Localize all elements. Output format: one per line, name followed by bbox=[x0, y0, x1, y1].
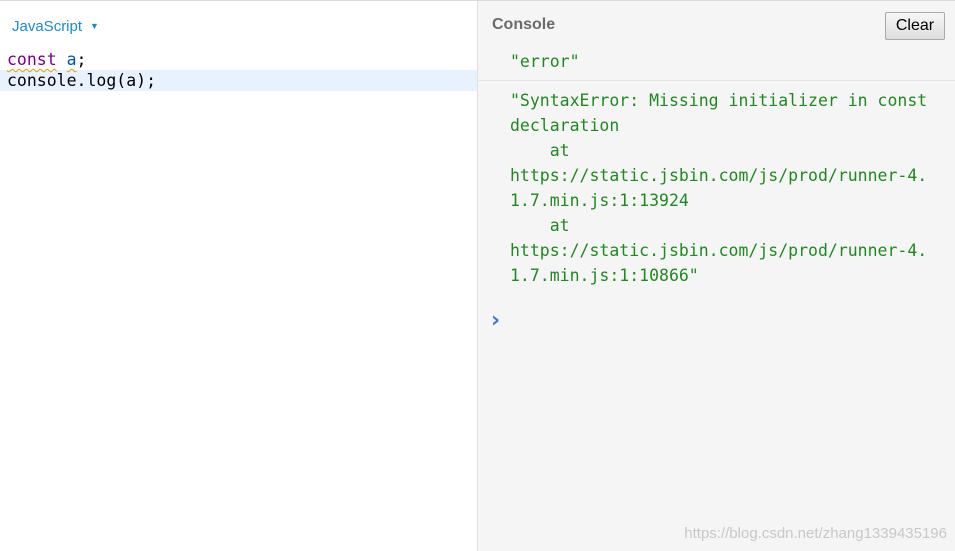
language-label[interactable]: JavaScript bbox=[12, 18, 82, 35]
caret-down-icon[interactable]: ▼ bbox=[90, 21, 99, 31]
code-line-2-text: console.log(a); bbox=[7, 71, 157, 90]
console-title: Console bbox=[492, 16, 556, 33]
chevron-right-icon[interactable]: › bbox=[491, 308, 500, 333]
language-selector[interactable]: JavaScript ▼ bbox=[12, 15, 99, 37]
identifier-a: a bbox=[66, 50, 77, 69]
code-line-1[interactable]: const a; bbox=[0, 49, 477, 70]
clear-button[interactable]: Clear bbox=[885, 12, 945, 40]
javascript-editor-panel[interactable]: JavaScript ▼ const a; console.log(a); bbox=[0, 1, 477, 551]
code-line-2[interactable]: console.log(a); bbox=[0, 70, 477, 91]
keyword-const: const bbox=[7, 50, 57, 69]
console-panel[interactable]: Console Clear "error" "SyntaxError: Miss… bbox=[477, 1, 955, 551]
console-entry: "error" bbox=[478, 49, 955, 81]
console-output: "error" "SyntaxError: Missing initialize… bbox=[478, 49, 955, 288]
console-entry: "SyntaxError: Missing initializer in con… bbox=[510, 91, 928, 285]
code-semicolon: ; bbox=[76, 50, 87, 69]
jsbin-app: JavaScript ▼ const a; console.log(a); Co… bbox=[0, 0, 955, 551]
code-editor[interactable]: const a; console.log(a); bbox=[0, 49, 477, 91]
watermark: https://blog.csdn.net/zhang1339435196 bbox=[684, 525, 947, 542]
